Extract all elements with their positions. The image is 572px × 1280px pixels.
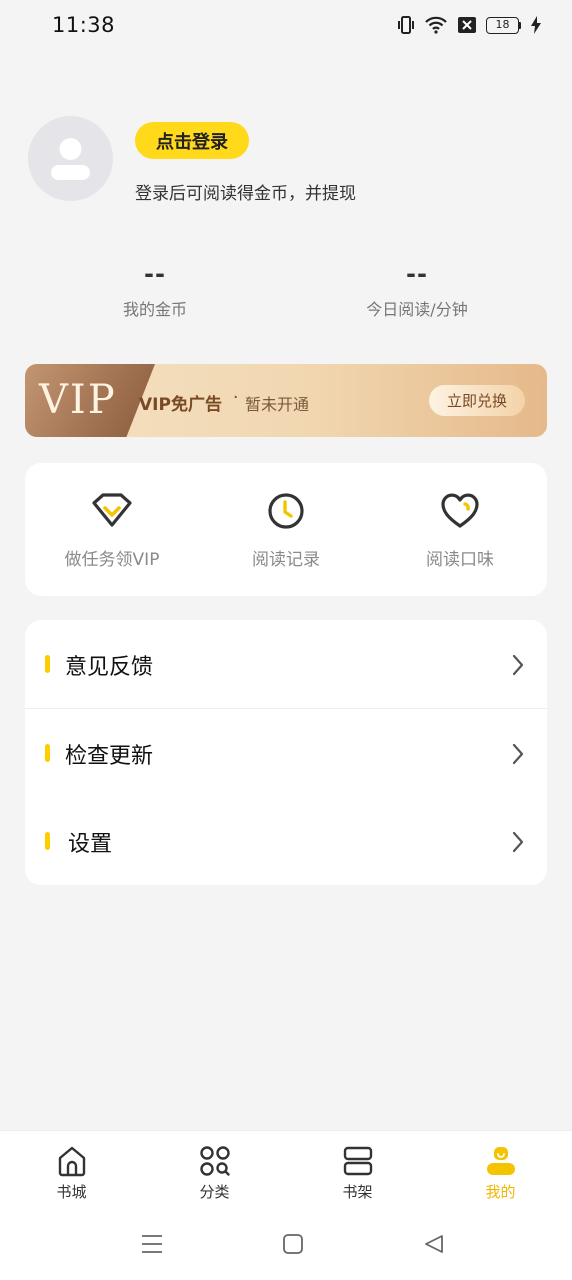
- bookshelf-icon: [342, 1145, 374, 1177]
- menu-label-settings: 设置: [68, 832, 113, 857]
- back-icon[interactable]: [423, 1233, 445, 1259]
- status-bar: 11:38 18: [0, 0, 572, 50]
- sim-off-icon: [457, 15, 477, 35]
- tab-mine-label: 我的: [485, 1183, 516, 1201]
- charging-icon: [530, 15, 542, 35]
- menu-accent-bar: [45, 832, 50, 850]
- quick-item-preferences[interactable]: 阅读口味: [373, 463, 547, 596]
- quick-label-history: 阅读记录: [252, 550, 320, 570]
- tab-bookstore-label: 书城: [56, 1183, 87, 1201]
- stat-reading-label: 今日阅读/分钟: [366, 300, 468, 319]
- chevron-right-icon: [511, 743, 525, 769]
- default-avatar-icon: [51, 138, 90, 180]
- home-icon: [56, 1145, 88, 1177]
- vip-separator: ·: [233, 388, 239, 408]
- bottom-nav: 书城 分类 书架 我的: [0, 1131, 572, 1215]
- tab-category[interactable]: 分类: [143, 1131, 286, 1215]
- vibrate-icon: [397, 15, 415, 35]
- stat-reading-minutes[interactable]: -- 今日阅读/分钟: [286, 258, 548, 328]
- vip-status: 暂未开通: [245, 395, 310, 414]
- diamond-icon: [90, 491, 134, 531]
- status-time: 11:38: [52, 13, 116, 37]
- tab-category-label: 分类: [199, 1183, 230, 1201]
- battery-level: 18: [486, 16, 519, 34]
- profile-section: 点击登录 登录后可阅读得金币，并提现: [28, 116, 548, 206]
- quick-item-history[interactable]: 阅读记录: [199, 463, 373, 596]
- menu-accent-bar: [45, 744, 50, 762]
- chevron-right-icon: [511, 654, 525, 680]
- tab-bookshelf[interactable]: 书架: [286, 1131, 429, 1215]
- vip-title: VIP免广告: [139, 395, 222, 415]
- stat-coins[interactable]: -- 我的金币: [24, 258, 286, 328]
- tab-bookshelf-label: 书架: [342, 1183, 373, 1201]
- tab-bookstore[interactable]: 书城: [0, 1131, 143, 1215]
- menu-item-settings[interactable]: 设置: [25, 797, 547, 885]
- quick-actions-card: 做任务领VIP 阅读记录 阅读口味: [25, 463, 547, 596]
- menu-accent-bar: [45, 655, 50, 673]
- battery-icon: 18: [486, 16, 521, 34]
- stat-reading-value: --: [406, 260, 428, 288]
- chevron-right-icon: [511, 831, 525, 857]
- avatar[interactable]: [28, 116, 113, 201]
- stat-coins-label: 我的金币: [122, 300, 187, 319]
- menu-label-feedback: 意见反馈: [65, 655, 154, 680]
- heart-icon: [439, 491, 481, 531]
- quick-item-vip-tasks[interactable]: 做任务领VIP: [25, 463, 199, 596]
- menu-item-check-update[interactable]: 检查更新: [25, 709, 547, 797]
- stat-coins-value: --: [144, 260, 166, 288]
- menu-icon[interactable]: [141, 1233, 163, 1259]
- stats-row: -- 我的金币 -- 今日阅读/分钟: [24, 258, 548, 328]
- menu-card: 意见反馈 检查更新 设置: [25, 620, 547, 885]
- home-button-icon[interactable]: [283, 1233, 303, 1259]
- login-hint: 登录后可阅读得金币，并提现: [135, 184, 356, 204]
- menu-item-feedback[interactable]: 意见反馈: [25, 620, 547, 709]
- menu-label-check-update: 检查更新: [65, 744, 154, 769]
- tab-mine[interactable]: 我的: [429, 1131, 572, 1215]
- category-icon: [199, 1145, 231, 1177]
- quick-label-preferences: 阅读口味: [426, 550, 494, 570]
- login-button[interactable]: 点击登录: [135, 122, 249, 159]
- system-nav-bar: [0, 1215, 572, 1280]
- clock-icon: [266, 491, 306, 531]
- quick-label-vip-tasks: 做任务领VIP: [64, 550, 160, 570]
- profile-icon: [485, 1145, 517, 1177]
- wifi-icon: [424, 15, 448, 35]
- vip-banner[interactable]: VIP VIP免广告 · 暂未开通 立即兑换: [25, 364, 547, 437]
- redeem-button[interactable]: 立即兑换: [429, 385, 525, 416]
- vip-logo: VIP: [39, 377, 117, 423]
- status-icons: 18: [397, 15, 542, 35]
